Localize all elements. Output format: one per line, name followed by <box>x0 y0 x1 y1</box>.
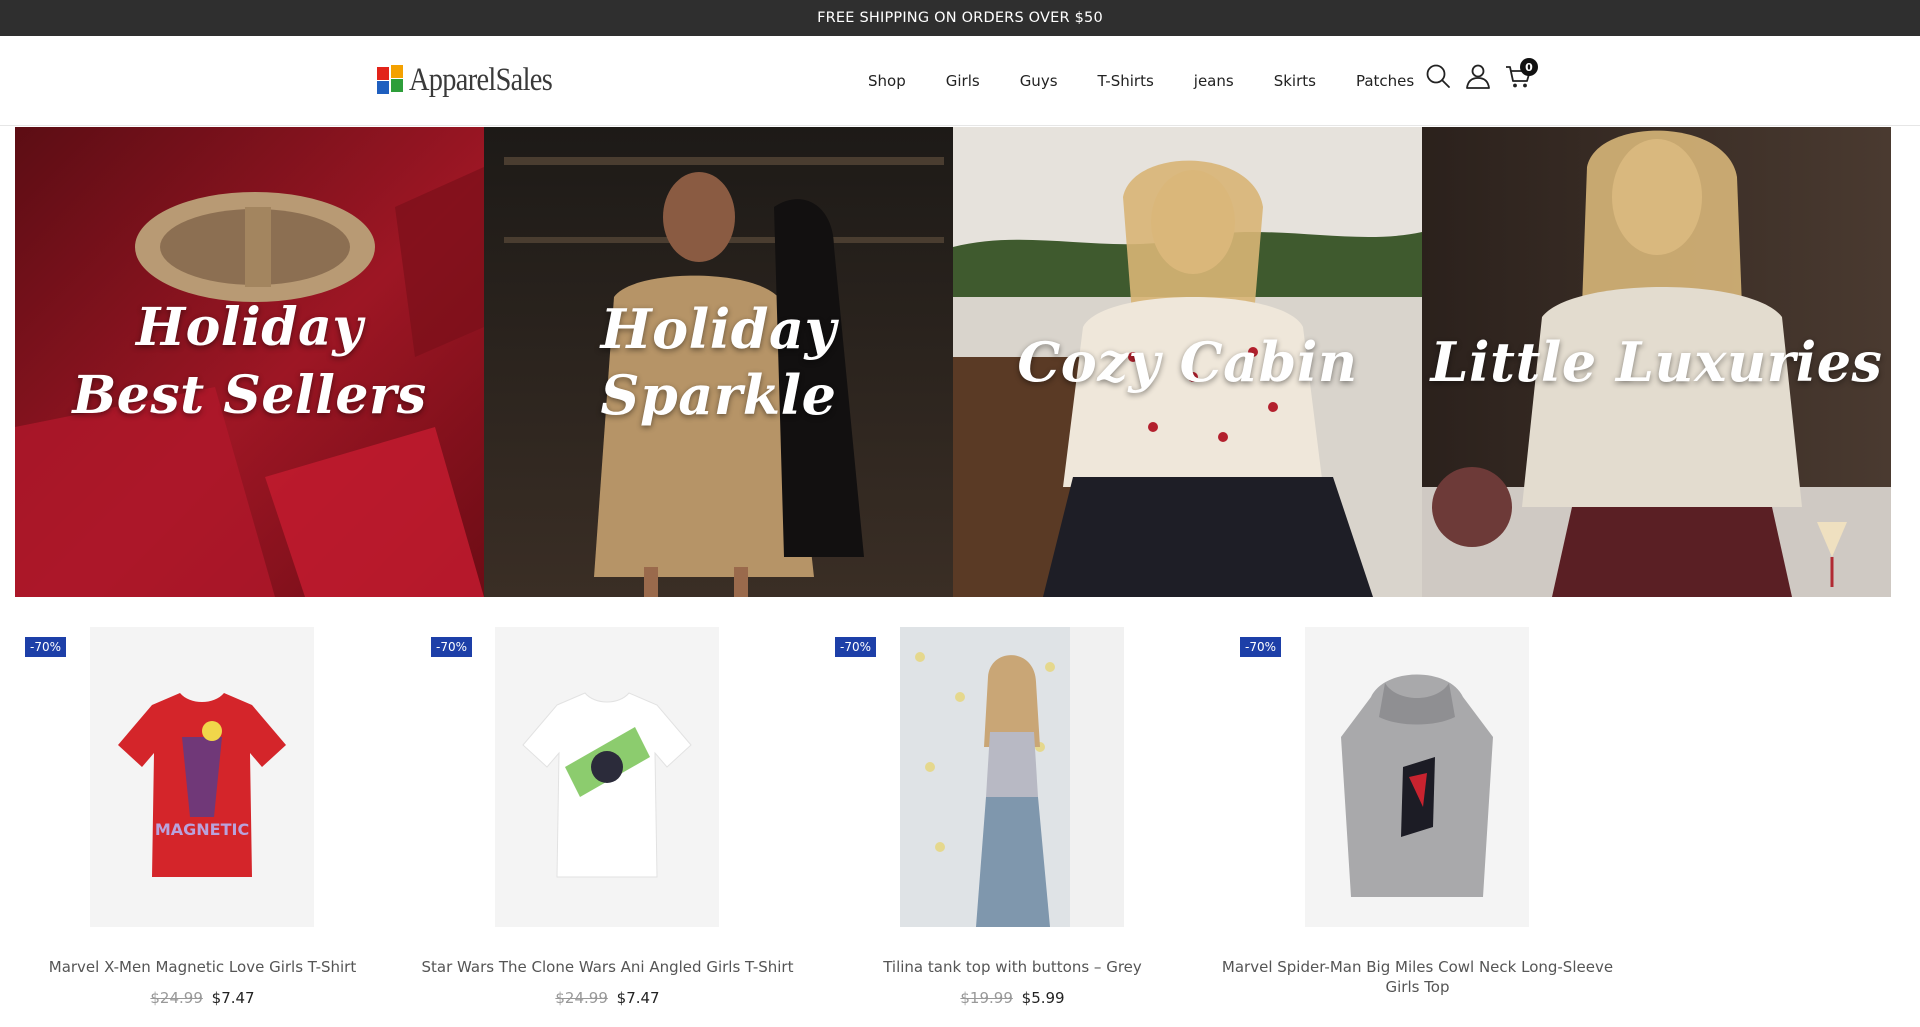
product-card[interactable]: -70% MAGNETIC Marvel X-Men Magnetic Love… <box>0 627 405 1007</box>
banner-title-line-1: Holiday <box>135 297 364 358</box>
header-actions: 0 <box>1424 58 1544 90</box>
product-card[interactable]: -70% Tilina tank top with buttons – Grey… <box>810 627 1215 1007</box>
main-nav: Shop Girls Guys T-Shirts jeans Skirts Pa… <box>868 36 1454 126</box>
nav-item-jeans[interactable]: jeans <box>1194 72 1234 90</box>
collection-banners: Holiday Best Sellers Holiday Sparkle Coz… <box>15 127 1891 597</box>
search-icon[interactable] <box>1424 62 1452 90</box>
banner-title: Little Luxuries <box>1430 330 1883 394</box>
announcement-bar: FREE SHIPPING ON ORDERS OVER $50 <box>0 0 1920 36</box>
product-grid: -70% MAGNETIC Marvel X-Men Magnetic Love… <box>0 627 1620 1007</box>
color-blocks-logo-icon <box>377 65 405 95</box>
sale-badge: -70% <box>1240 637 1282 657</box>
product-card[interactable]: -70% Star Wars The Clone Wars Ani Angled… <box>405 627 810 1007</box>
site-header: ApparelSales Shop Girls Guys T-Shirts je… <box>0 36 1920 126</box>
banner-cozy-cabin[interactable]: Cozy Cabin <box>953 127 1422 597</box>
banner-title: Holiday Sparkle <box>600 297 837 427</box>
banner-title-line-2: Best Sellers <box>72 365 427 426</box>
product-image[interactable] <box>1305 627 1529 927</box>
product-price: $24.99 $7.47 <box>0 989 405 1007</box>
sale-price: $7.47 <box>616 989 660 1007</box>
nav-item-guys[interactable]: Guys <box>1020 72 1058 90</box>
old-price: $19.99 <box>960 989 1013 1007</box>
product-image[interactable] <box>495 627 719 927</box>
site-logo[interactable]: ApparelSales <box>377 60 575 100</box>
nav-item-shop[interactable]: Shop <box>868 72 906 90</box>
sale-badge: -70% <box>25 637 67 657</box>
cart-icon[interactable]: 0 <box>1504 58 1538 90</box>
product-image[interactable]: MAGNETIC <box>90 627 314 927</box>
product-price: $19.99 $5.99 <box>810 989 1215 1007</box>
product-name[interactable]: Tilina tank top with buttons – Grey <box>810 957 1215 977</box>
product-name[interactable]: Marvel X-Men Magnetic Love Girls T-Shirt <box>0 957 405 977</box>
announcement-text: FREE SHIPPING ON ORDERS OVER $50 <box>817 10 1103 26</box>
sale-badge: -70% <box>431 637 473 657</box>
banner-title: Holiday Best Sellers <box>15 294 484 430</box>
sale-badge: -70% <box>835 637 877 657</box>
product-price <box>1215 1009 1620 1027</box>
banner-title: Cozy Cabin <box>1017 330 1358 394</box>
account-icon[interactable] <box>1464 62 1492 90</box>
banner-little-luxuries[interactable]: Little Luxuries <box>1422 127 1891 597</box>
product-name[interactable]: Marvel Spider-Man Big Miles Cowl Neck Lo… <box>1215 957 1620 997</box>
nav-item-skirts[interactable]: Skirts <box>1274 72 1316 90</box>
nav-item-girls[interactable]: Girls <box>946 72 980 90</box>
banner-holiday-best-sellers[interactable]: Holiday Best Sellers <box>15 127 484 597</box>
cart-count-badge: 0 <box>1520 58 1538 76</box>
sale-price: $5.99 <box>1021 989 1065 1007</box>
nav-item-t-shirts[interactable]: T-Shirts <box>1098 72 1154 90</box>
old-price: $24.99 <box>150 989 203 1007</box>
banner-holiday-sparkle[interactable]: Holiday Sparkle <box>484 127 953 597</box>
nav-item-patches[interactable]: Patches <box>1356 72 1414 90</box>
sale-price: $7.47 <box>211 989 255 1007</box>
product-price: $24.99 $7.47 <box>405 989 810 1007</box>
logo-text: ApparelSales <box>409 61 553 98</box>
product-name[interactable]: Star Wars The Clone Wars Ani Angled Girl… <box>405 957 810 977</box>
old-price: $24.99 <box>555 989 608 1007</box>
product-image[interactable] <box>900 627 1124 927</box>
svg-text:MAGNETIC: MAGNETIC <box>155 820 249 839</box>
product-card[interactable]: -70% Marvel Spider-Man Big Miles Cowl Ne… <box>1215 627 1620 996</box>
